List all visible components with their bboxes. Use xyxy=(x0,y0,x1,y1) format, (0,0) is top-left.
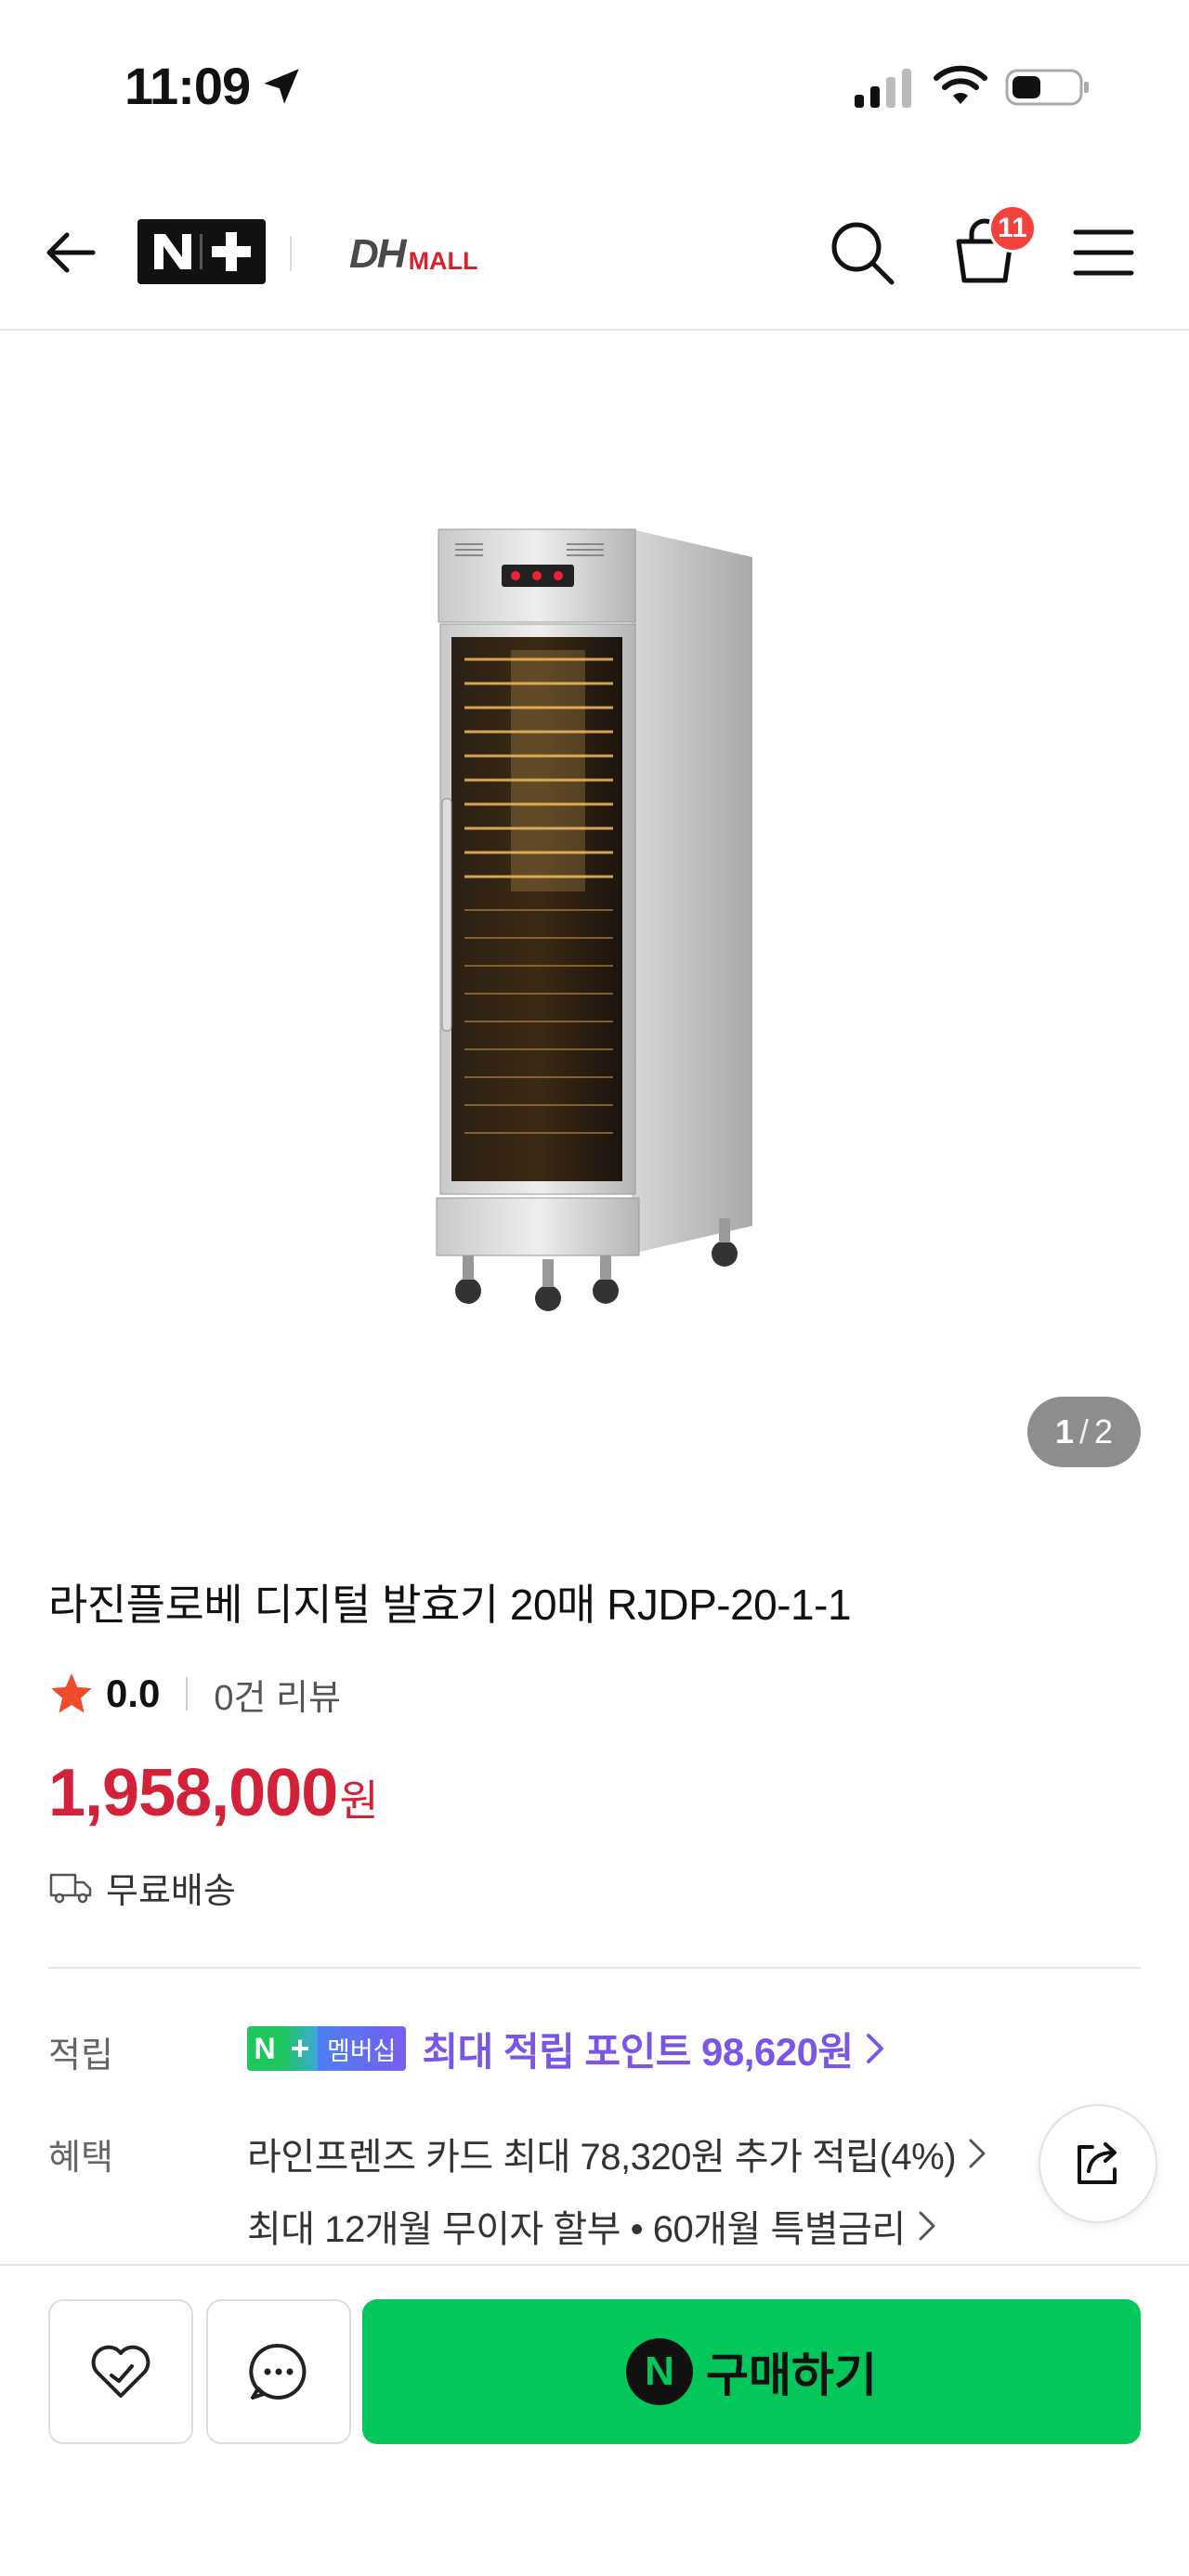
mall-logo-text: MALL xyxy=(408,247,478,275)
price-unit: 원 xyxy=(339,1776,379,1825)
shipping-text: 무료배송 xyxy=(106,1871,236,1911)
top-navigation: DH MALL 11 xyxy=(0,176,1189,331)
points-row[interactable]: N + 멤버십 최대 적립 포인트 98,620원 xyxy=(247,2023,887,2075)
product-title: 라진플로베 디지털 발효기 20매 RJDP-20-1-1 xyxy=(48,1581,852,1629)
image-counter-separator: / xyxy=(1078,1412,1089,1451)
heart-check-icon xyxy=(91,2345,150,2398)
naver-pay-icon: N xyxy=(626,2338,693,2405)
naver-plus-logo[interactable] xyxy=(137,219,266,284)
wifi-icon xyxy=(934,65,987,104)
status-bar: 11:09 xyxy=(0,0,1189,176)
card-benefit-item[interactable]: 라인프렌즈 카드 최대 78,320원 추가 적립(4%) xyxy=(247,2127,989,2180)
section-divider xyxy=(48,1967,1141,1969)
dh-mall-logo[interactable]: DH MALL xyxy=(349,231,478,277)
card-benefit-text: 라인프렌즈 카드 최대 78,320원 추가 적립(4%) xyxy=(247,2137,957,2178)
benefits-label: 혜택 xyxy=(48,2139,113,2178)
talk-talk-chat-button[interactable] xyxy=(206,2299,351,2444)
chevron-right-icon xyxy=(969,2139,986,2168)
location-arrow-icon xyxy=(264,69,299,104)
max-points-text: 최대 적립 포인트 98,620원 xyxy=(422,2029,855,2074)
back-arrow-icon[interactable] xyxy=(41,223,100,282)
image-pagination-counter: 1 / 2 xyxy=(1027,1397,1141,1467)
price-value: 1,958,000 xyxy=(48,1756,338,1830)
header-divider xyxy=(290,236,292,271)
chevron-right-icon xyxy=(866,2034,883,2063)
points-label: 적립 xyxy=(48,2036,113,2075)
review-count-link[interactable]: 0건 리뷰 xyxy=(214,1669,341,1720)
product-image[interactable] xyxy=(409,520,780,1337)
image-total-count: 2 xyxy=(1094,1412,1114,1451)
installment-benefit-item[interactable]: 최대 12개월 무이자 할부 • 60개월 특별금리 xyxy=(247,2199,939,2253)
share-button[interactable] xyxy=(1039,2104,1157,2223)
battery-icon xyxy=(1005,69,1089,106)
star-icon xyxy=(51,1673,92,1713)
membership-badge-text: 멤버십 xyxy=(318,2026,406,2071)
rating-row[interactable]: 0.0 0건 리뷰 xyxy=(48,1666,341,1722)
hamburger-menu-icon[interactable] xyxy=(1070,219,1137,286)
price-row: 1,958,000 원 xyxy=(48,1755,379,1831)
buy-button[interactable]: N 구매하기 xyxy=(362,2299,1141,2444)
shipping-info: 무료배송 xyxy=(48,1861,236,1913)
chevron-right-icon xyxy=(919,2211,935,2241)
chat-bubble-icon xyxy=(249,2343,307,2400)
bottom-action-bar: N 구매하기 xyxy=(0,2264,1189,2576)
buy-button-label: 구매하기 xyxy=(706,2349,877,2401)
dh-logo-text: DH xyxy=(349,231,407,277)
membership-badge-n: N xyxy=(247,2026,282,2071)
rating-value: 0.0 xyxy=(106,1672,161,1715)
cellular-signal-icon xyxy=(855,69,911,108)
wishlist-button[interactable] xyxy=(48,2299,193,2444)
share-icon xyxy=(1078,2142,1117,2184)
status-time: 11:09 xyxy=(124,57,251,115)
membership-badge-plus: + xyxy=(282,2026,318,2071)
image-current-index: 1 xyxy=(1054,1412,1074,1451)
delivery-truck-icon xyxy=(49,1873,92,1904)
rating-divider xyxy=(186,1677,189,1711)
installment-benefit-text: 최대 12개월 무이자 할부 • 60개월 특별금리 xyxy=(247,2209,906,2250)
search-icon[interactable] xyxy=(827,217,897,288)
naver-plus-membership-badge: N + 멤버십 xyxy=(247,2026,406,2071)
cart-count-badge: 11 xyxy=(988,204,1037,253)
